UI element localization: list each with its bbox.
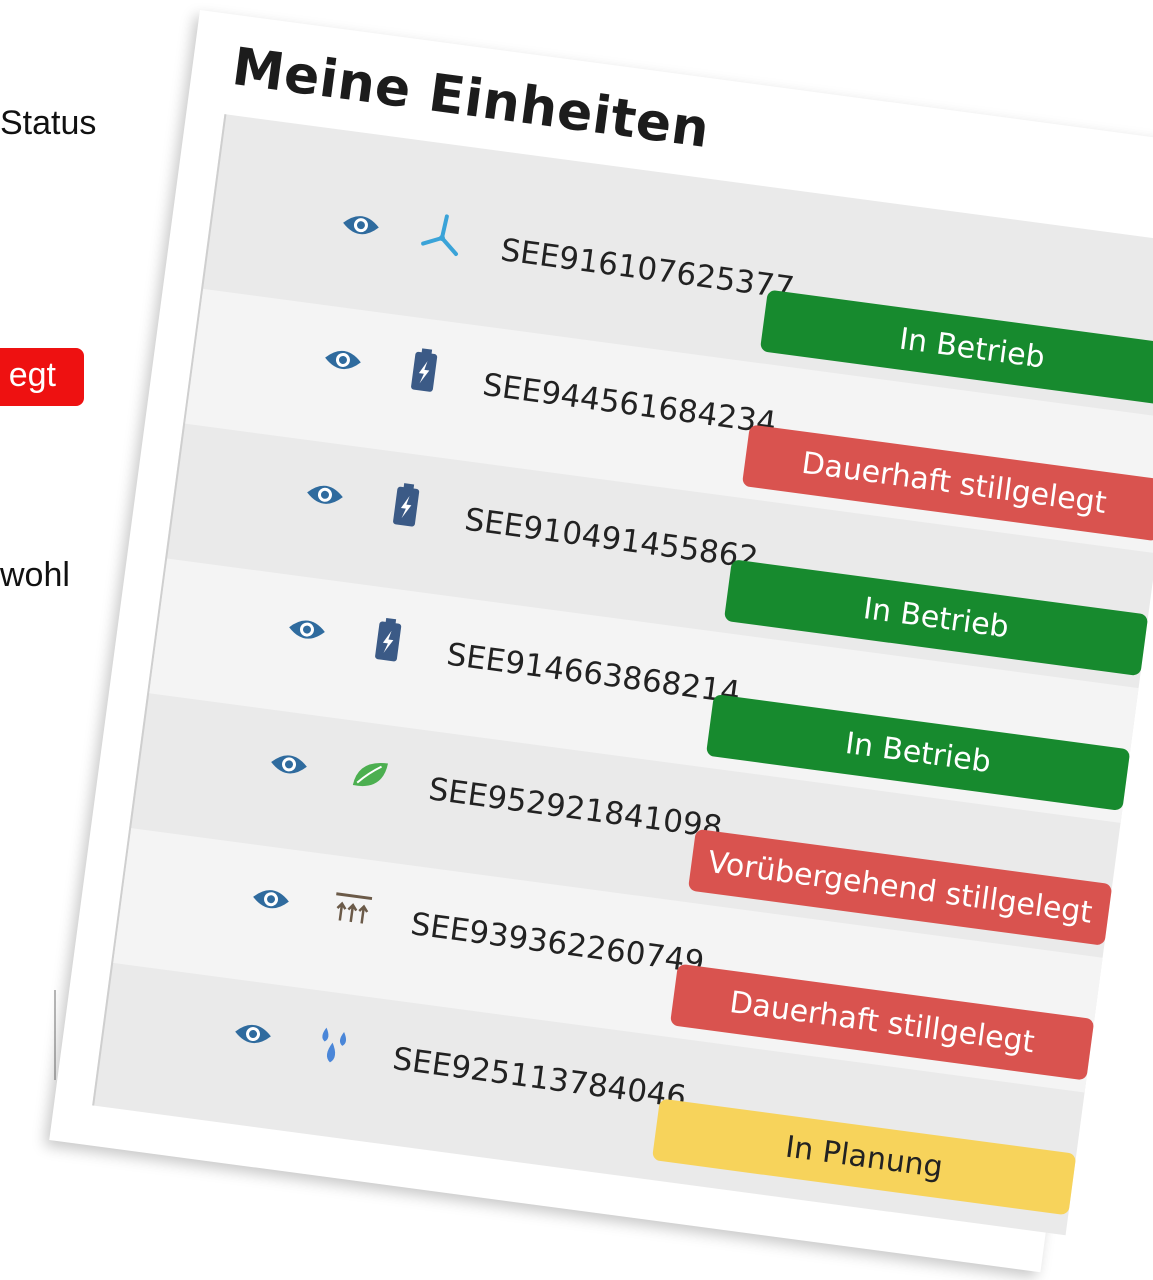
view-eye-icon[interactable] <box>250 885 293 914</box>
status-badge: In Planung <box>651 1098 1077 1216</box>
units-panel: Meine Einheiten SEE916107625377 In Betrie… <box>49 10 1153 1273</box>
battery-icon <box>401 344 447 397</box>
units-list: SEE916107625377 In Betrieb SEE944561684234… <box>92 114 1153 1236</box>
view-eye-icon[interactable] <box>232 1019 275 1048</box>
leaf-icon <box>347 749 393 802</box>
unit-id[interactable]: SEE916107625377 <box>499 232 797 307</box>
view-eye-icon[interactable] <box>286 615 329 644</box>
slide-badge-fragment: egt <box>0 348 84 406</box>
slide-divider <box>54 990 56 1080</box>
view-eye-icon[interactable] <box>304 480 347 509</box>
unit-id[interactable]: SEE910491455862 <box>463 502 761 577</box>
slide-text-status: Status <box>0 104 97 142</box>
battery-icon <box>365 614 411 667</box>
unit-id[interactable]: SEE914663868214 <box>445 636 743 711</box>
view-eye-icon[interactable] <box>268 750 311 779</box>
battery-icon <box>383 479 429 532</box>
unit-id[interactable]: SEE944561684234 <box>481 367 779 442</box>
view-eye-icon[interactable] <box>340 211 383 240</box>
wind-turbine-icon <box>419 210 465 263</box>
slide-text-wohl: wohl <box>0 556 70 594</box>
water-drops-icon <box>311 1018 357 1071</box>
view-eye-icon[interactable] <box>322 345 365 374</box>
unit-id[interactable]: SEE925113784046 <box>391 1041 689 1116</box>
geothermal-icon <box>329 884 375 937</box>
unit-id[interactable]: SEE952921841098 <box>427 771 725 846</box>
unit-id[interactable]: SEE939362260749 <box>409 906 707 981</box>
